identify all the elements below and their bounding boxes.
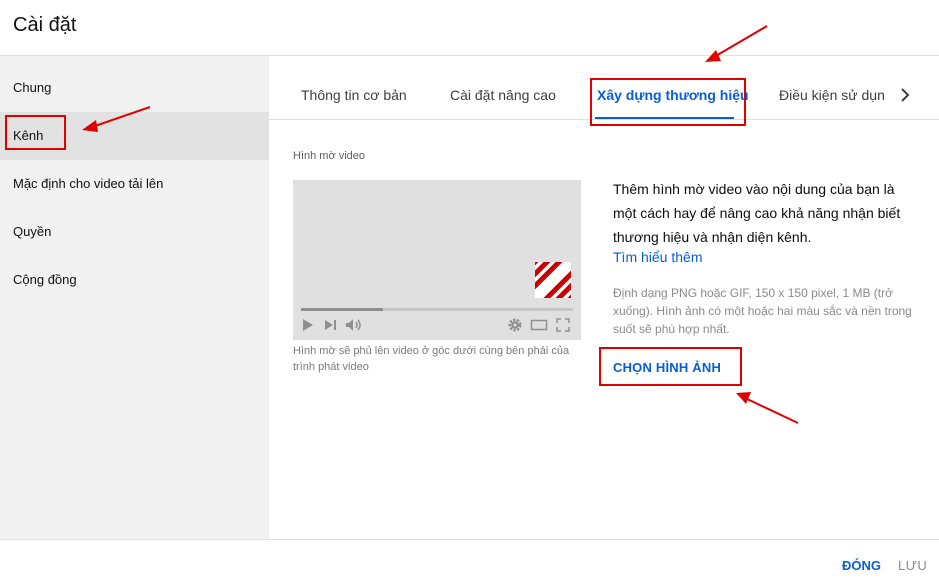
video-progress-fill: [301, 308, 383, 311]
skip-next-icon[interactable]: [323, 317, 339, 333]
tab-basic-info[interactable]: Thông tin cơ bản: [301, 56, 407, 119]
sidebar-item-community[interactable]: Cộng đồng: [0, 256, 269, 304]
theater-mode-icon[interactable]: [530, 317, 548, 333]
tab-terms-of-use[interactable]: Điều kiện sử dụn: [779, 56, 885, 119]
chevron-right-icon[interactable]: [895, 78, 915, 112]
tab-advanced-settings[interactable]: Cài đặt nâng cao: [450, 56, 556, 119]
annotation-box-channel: [5, 115, 66, 150]
annotation-box-branding-tab: [590, 78, 746, 126]
watermark-preview-icon[interactable]: [535, 262, 571, 298]
dialog-header: Cài đặt: [0, 0, 939, 56]
dialog-footer: ĐÓNG LƯU: [0, 539, 939, 582]
volume-icon[interactable]: [345, 317, 363, 333]
watermark-preview-caption: Hình mờ sẽ phủ lên video ở góc dưới cùng…: [293, 345, 570, 373]
video-player-preview: [293, 180, 581, 340]
sidebar-item-general[interactable]: Chung: [0, 64, 269, 112]
fullscreen-icon[interactable]: [555, 317, 571, 333]
watermark-section-label: Hình mờ video: [293, 150, 366, 162]
settings-main-panel: Thông tin cơ bản Cài đặt nâng cao Xây dự…: [269, 56, 939, 539]
annotation-box-choose-image: [599, 347, 742, 386]
save-button[interactable]: LƯU: [898, 558, 927, 573]
sidebar-item-upload-defaults[interactable]: Mặc định cho video tải lên: [0, 160, 269, 208]
video-progress-bar[interactable]: [301, 308, 573, 311]
close-button[interactable]: ĐÓNG: [842, 558, 881, 573]
watermark-description: Thêm hình mờ video vào nội dung của bạn …: [613, 181, 901, 245]
format-requirements-note: Định dạng PNG hoặc GIF, 150 x 150 pixel,…: [613, 286, 912, 336]
play-icon[interactable]: [301, 317, 315, 333]
dialog-title: Cài đặt: [13, 14, 77, 36]
settings-icon[interactable]: [507, 317, 523, 333]
sidebar-item-permissions[interactable]: Quyền: [0, 208, 269, 256]
learn-more-link[interactable]: Tìm hiểu thêm: [613, 249, 702, 265]
